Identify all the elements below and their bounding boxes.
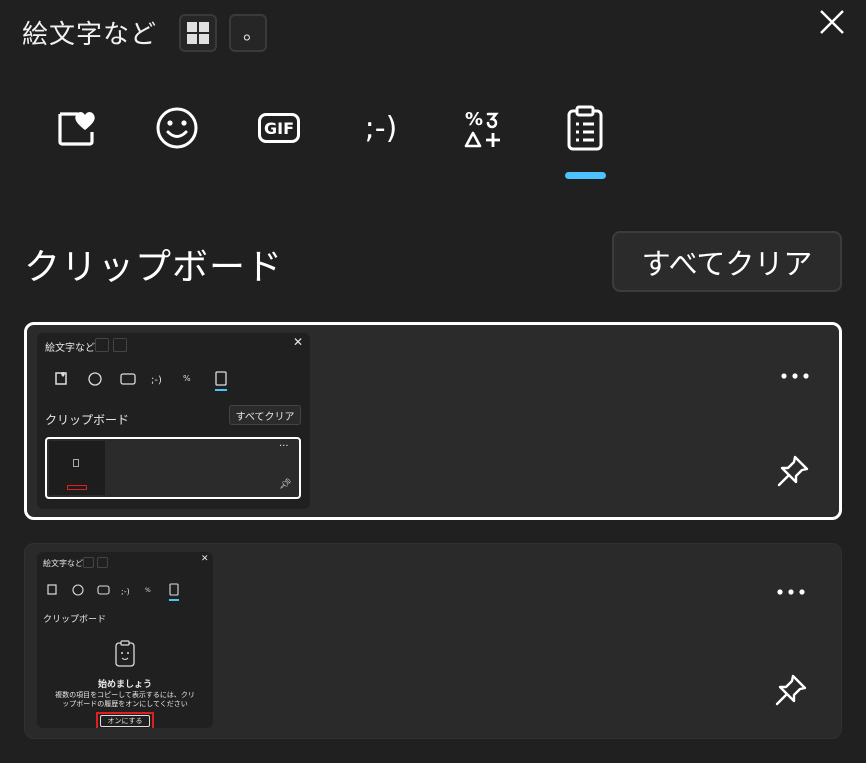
more-options-button[interactable] xyxy=(775,361,815,391)
tab-symbols[interactable]: % xyxy=(453,100,513,156)
more-icon: ··· xyxy=(279,441,289,452)
clear-all-button[interactable]: すべてクリア xyxy=(612,231,842,292)
pin-button[interactable] xyxy=(771,449,815,493)
close-icon: ✕ xyxy=(201,554,209,564)
grid-icon xyxy=(187,22,209,44)
close-button[interactable] xyxy=(815,5,849,39)
clipboard-item-thumbnail: 絵文字など ✕ ;-) % クリップボード すべてクリア ··· 📌︎ xyxy=(37,333,310,509)
view-mode-punctuation-button[interactable]: 。 xyxy=(229,14,267,52)
nested-clipboard-item-preview: ··· 📌︎ xyxy=(45,437,301,499)
close-icon: ✕ xyxy=(293,335,304,349)
selected-tab-indicator xyxy=(565,172,606,179)
svg-text:%: % xyxy=(145,587,151,594)
tab-bar-preview: ;-) % xyxy=(47,583,179,601)
clipboard-item-thumbnail: 絵文字など ✕ ;-) % クリップボード 始めましょう 複数の項目をコピーして… xyxy=(37,552,213,728)
more-icon xyxy=(781,373,809,379)
pin-icon xyxy=(777,455,809,487)
tab-kaomoji[interactable]: ;-) xyxy=(351,100,411,156)
more-icon xyxy=(777,589,805,595)
pin-button[interactable] xyxy=(769,668,813,712)
tab-bar-preview: ;-) % xyxy=(55,371,227,391)
clipboard-icon xyxy=(567,105,603,151)
window-title: 絵文字など xyxy=(22,20,158,50)
more-options-button[interactable] xyxy=(771,577,811,607)
callout-highlight: オンにする xyxy=(96,712,154,728)
symbols-icon: % xyxy=(464,109,500,148)
gif-icon: GIF xyxy=(258,113,300,143)
tab-clipboard[interactable] xyxy=(555,100,615,156)
punctuation-glyph: 。 xyxy=(243,19,263,44)
grid-icon xyxy=(95,338,109,352)
svg-text:;-): ;-) xyxy=(151,375,162,386)
clipboard-item[interactable]: 絵文字など ✕ ;-) % クリップボード すべてクリア ··· 📌︎ xyxy=(24,322,842,520)
section-title: クリップボード xyxy=(24,247,284,288)
kaomoji-icon: ;-) xyxy=(364,110,398,146)
clipboard-item[interactable]: 絵文字など ✕ ;-) % クリップボード 始めましょう 複数の項目をコピーして… xyxy=(24,543,842,739)
svg-text:%: % xyxy=(183,374,191,383)
view-mode-grid-button[interactable] xyxy=(179,14,217,52)
clipboard-face-icon xyxy=(115,640,135,667)
svg-text:;-): ;-) xyxy=(121,587,130,596)
svg-text:%: % xyxy=(465,109,483,130)
tab-favorites[interactable] xyxy=(46,100,106,156)
close-icon xyxy=(820,10,844,34)
tab-gif[interactable]: GIF xyxy=(249,100,309,156)
smiley-icon xyxy=(156,107,198,149)
heart-sticker-icon xyxy=(58,112,95,146)
nested-thumbnail xyxy=(49,441,105,495)
tab-emoji[interactable] xyxy=(147,100,207,156)
punctuation-icon xyxy=(113,338,127,352)
pin-icon xyxy=(775,674,807,706)
punctuation-icon xyxy=(97,557,108,568)
grid-icon xyxy=(83,557,94,568)
pin-icon: 📌︎ xyxy=(279,479,292,490)
